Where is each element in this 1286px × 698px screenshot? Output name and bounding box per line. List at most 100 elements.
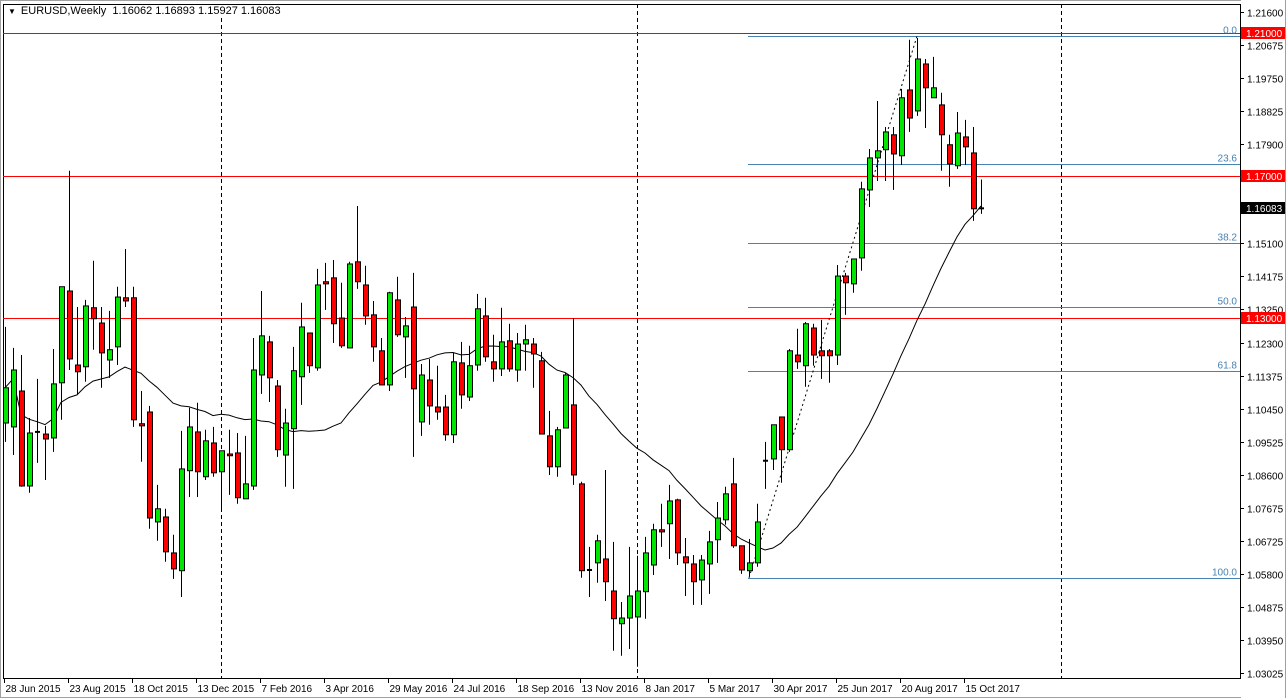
candle-bear <box>435 406 441 413</box>
time-tick-label: 7 Feb 2016 <box>262 684 313 695</box>
candle-bear <box>275 385 281 451</box>
candle-bull <box>499 341 505 370</box>
candle-bull <box>475 308 481 366</box>
candle-bear <box>507 340 513 370</box>
price-tick-label: 1.14175 <box>1247 273 1284 284</box>
candle-bull <box>451 361 457 436</box>
candle-bear <box>923 63 929 89</box>
candle-bear <box>907 89 913 119</box>
price-tick-label: 1.09525 <box>1247 439 1284 450</box>
candle-bear <box>971 152 977 210</box>
candle-bear <box>459 362 465 396</box>
candle-bear <box>355 261 361 283</box>
candle-bull <box>259 335 265 376</box>
candle-bull <box>187 426 193 472</box>
candle-bear <box>43 433 49 440</box>
symbol-timeframe: EURUSD,Weekly <box>20 5 107 17</box>
time-tick-label: 24 Jul 2016 <box>454 684 506 695</box>
candle-bull <box>915 58 921 112</box>
price-tick-label: 1.21600 <box>1247 9 1284 20</box>
candle-bull <box>27 432 33 487</box>
candle-bear <box>531 343 537 355</box>
candle-bull <box>555 429 561 468</box>
candle-bull <box>291 370 297 430</box>
candle-bear <box>571 404 577 476</box>
candle-bull <box>83 305 89 368</box>
level-price-label: 1.17000 <box>1246 172 1283 183</box>
level-price-label: 1.21000 <box>1246 29 1283 40</box>
candle-bear <box>811 327 817 356</box>
current-price-label: 1.16083 <box>1246 204 1283 215</box>
candle-bear <box>131 297 137 421</box>
candle-bear <box>443 406 449 436</box>
candle-bear <box>323 281 329 285</box>
candle-bear <box>211 442 217 474</box>
candle-bull <box>835 275 841 356</box>
candle-bull <box>723 493 729 521</box>
candle-bull <box>627 595 633 619</box>
candle-bear <box>99 322 105 354</box>
time-tick-label: 20 Aug 2017 <box>902 684 959 695</box>
candle-bull <box>283 422 289 456</box>
candle-bull <box>747 562 753 572</box>
candle-bear <box>339 317 345 347</box>
price-tick-label: 1.05800 <box>1247 571 1284 582</box>
candle-bear <box>195 431 201 473</box>
candle-bear <box>91 307 97 320</box>
time-tick-label: 5 Mar 2017 <box>710 684 761 695</box>
candle-bull <box>347 263 353 349</box>
fib-level-label: 50.0 <box>1218 297 1238 308</box>
candle-bull <box>515 343 521 371</box>
candle-bull <box>155 508 161 523</box>
candle-bull <box>715 517 721 541</box>
time-tick-label: 30 Apr 2017 <box>774 684 828 695</box>
fib-level-label: 38.2 <box>1218 233 1238 244</box>
candle-bear <box>267 341 273 379</box>
fib-level-label: 61.8 <box>1218 361 1238 372</box>
time-tick-label: 8 Jan 2017 <box>646 684 696 695</box>
level-price-label: 1.13000 <box>1246 314 1283 325</box>
candle-bull <box>955 132 961 167</box>
candle-bull <box>707 541 713 565</box>
candle-bull <box>803 323 809 367</box>
time-tick-label: 15 Oct 2017 <box>966 684 1021 695</box>
candle-bear <box>659 529 665 533</box>
candle-bear <box>483 315 489 358</box>
candle-bull <box>635 590 641 618</box>
price-tick-label: 1.03025 <box>1247 670 1284 681</box>
candle-bear <box>411 306 417 390</box>
ohlc-readout: 1.16062 1.16893 1.15927 1.16083 <box>112 5 281 17</box>
candle-bear <box>579 483 585 572</box>
price-chart[interactable]: 0.0 23.6 38.2 50.0 61.8 100.0 1.21600 1.20675 1.… <box>0 0 1286 698</box>
dropdown-triangle-icon[interactable]: ▼ <box>8 7 16 16</box>
candle-bear <box>939 104 945 136</box>
candle-bull <box>851 258 857 285</box>
time-tick-label: 13 Nov 2016 <box>582 684 639 695</box>
chart-background <box>0 0 1286 698</box>
candle-bull <box>883 131 889 151</box>
candle-bull <box>403 325 409 338</box>
candle-bear <box>163 516 169 553</box>
candle-bull <box>787 350 793 451</box>
candle-bear <box>683 556 689 564</box>
candle-bull <box>467 365 473 398</box>
candle-bear <box>123 297 129 302</box>
price-tick-label: 1.18825 <box>1247 108 1284 119</box>
candle-bull <box>59 286 65 384</box>
candle-bull <box>899 97 905 157</box>
price-tick-label: 1.12300 <box>1247 340 1284 351</box>
candle-bear <box>75 364 81 373</box>
candle-bear <box>547 435 553 468</box>
candle-bear <box>739 545 745 571</box>
candle-bear <box>379 350 385 386</box>
candle-bull <box>419 374 425 423</box>
price-tick-label: 1.11375 <box>1247 373 1283 384</box>
candle-bull <box>203 440 209 478</box>
candle-bull <box>51 383 57 439</box>
candle-bear <box>779 416 785 451</box>
candle-bull <box>643 552 649 593</box>
candle-bull <box>595 540 601 564</box>
candle-bear <box>891 134 897 155</box>
candle-bear <box>427 379 433 407</box>
candle-bull <box>523 339 529 345</box>
